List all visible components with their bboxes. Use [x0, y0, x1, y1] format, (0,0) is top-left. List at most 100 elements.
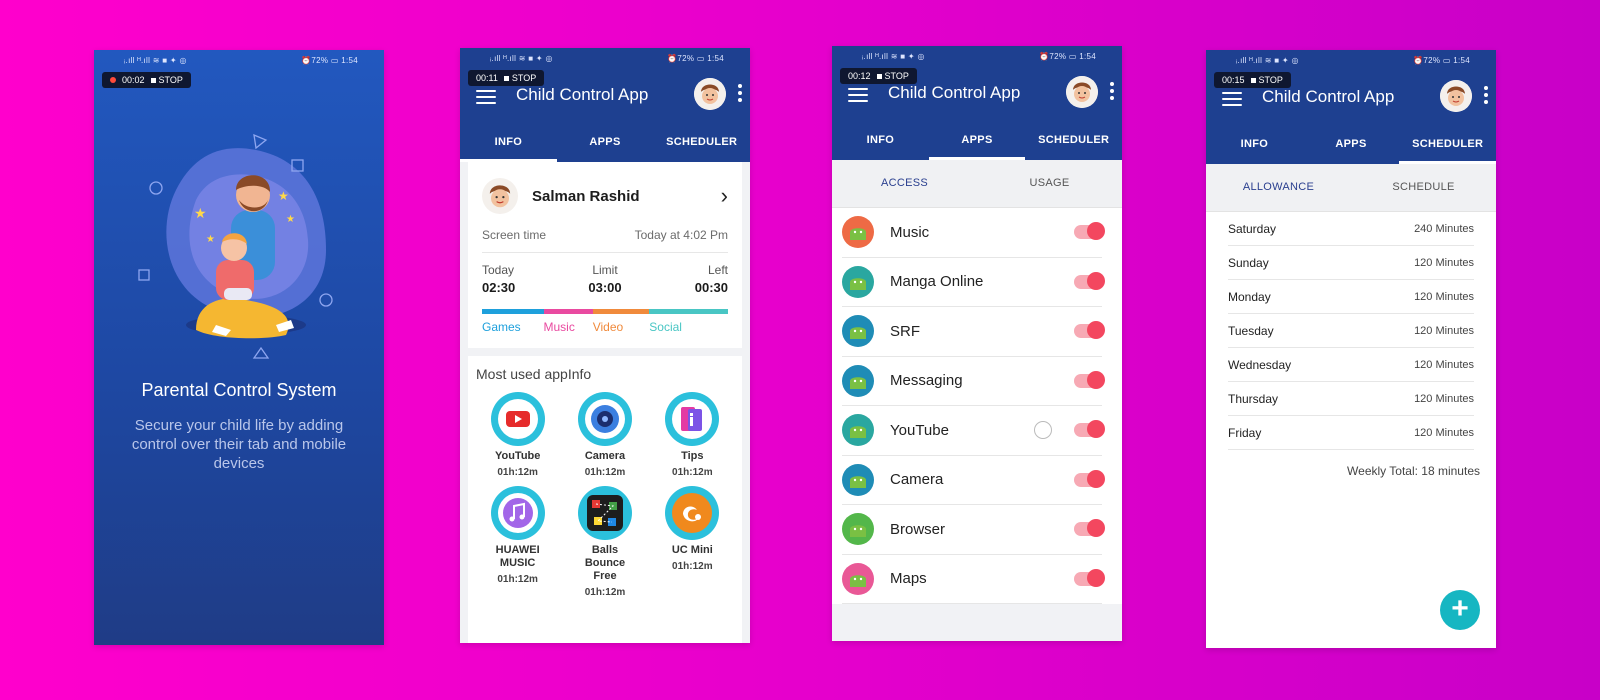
avatar[interactable]	[1440, 80, 1472, 112]
allowance-list: Saturday 240 Minutes Sunday 120 Minutes Mo…	[1206, 212, 1496, 450]
app-name: YouTube	[890, 421, 949, 439]
avatar[interactable]	[694, 78, 726, 110]
usage-segment-games	[482, 309, 544, 314]
table-row[interactable]: Thursday 120 Minutes	[1228, 382, 1474, 416]
list-item[interactable]: YouTube	[842, 406, 1105, 456]
day-allowance: 120 Minutes	[1414, 256, 1474, 269]
app-name: Messaging	[890, 372, 963, 390]
table-row[interactable]: Wednesday 120 Minutes	[1228, 348, 1474, 382]
tab-apps[interactable]: APPS	[557, 124, 654, 162]
legend-social: Social	[649, 320, 682, 334]
recording-stop[interactable]: STOP	[150, 75, 183, 85]
table-row[interactable]: Friday 120 Minutes	[1228, 416, 1474, 450]
usage-segment-video	[592, 309, 650, 314]
app-tile-camera[interactable]: Camera 01h:12m	[561, 392, 648, 478]
screen-time-row: Screen time Today at 4:02 Pm	[482, 220, 728, 253]
profile-row[interactable]: Salman Rashid ›	[482, 172, 728, 220]
recording-badge[interactable]: 00:11 STOP	[468, 70, 545, 86]
recording-stop[interactable]: STOP	[1250, 75, 1283, 85]
tab-scheduler[interactable]: SCHEDULER	[653, 124, 750, 162]
access-toggle[interactable]	[1074, 271, 1105, 290]
subtab-access[interactable]: ACCESS	[832, 160, 977, 207]
list-item[interactable]: Maps	[842, 555, 1105, 604]
youtube-icon	[490, 392, 545, 446]
day-allowance: 240 Minutes	[1414, 222, 1474, 235]
list-item[interactable]: Camera	[842, 456, 1105, 505]
more-options-icon[interactable]	[1110, 82, 1114, 102]
status-battery-time: ⏰72% ▭ 1:54	[1413, 55, 1470, 65]
list-item[interactable]: Messaging	[842, 357, 1105, 406]
subtab-schedule[interactable]: SCHEDULE	[1351, 164, 1496, 211]
tab-info[interactable]: INFO	[1206, 126, 1303, 164]
tab-apps[interactable]: APPS	[928, 122, 1026, 160]
splash-screen: ᵢ.ıll ᴴ.ıll ≋ ■ ✦ ◎ ⏰72% ▭ 1:54 00:02 ST…	[94, 50, 384, 645]
profile-card[interactable]: Salman Rashid › Screen time Today at 4:0…	[468, 162, 742, 253]
app-tile-balls-bounce[interactable]: Balls Bounce Free 01h:12m	[561, 486, 648, 598]
recording-badge[interactable]: 00:12 STOP	[840, 68, 917, 84]
app-name: YouTube	[494, 450, 541, 462]
app-name: Browser	[890, 520, 946, 538]
usage-card: Today 02:30 Limit 03:00 Left 00:30 Games…	[468, 253, 742, 348]
subtab-usage[interactable]: USAGE	[977, 160, 1122, 207]
access-toggle[interactable]	[1074, 568, 1105, 587]
today-value: 02:30	[482, 280, 516, 295]
recording-stop[interactable]: STOP	[876, 71, 909, 81]
svg-text:★: ★	[278, 189, 289, 203]
limit-value: 03:00	[588, 280, 622, 295]
table-row[interactable]: Monday 120 Minutes	[1228, 280, 1474, 314]
menu-icon[interactable]	[476, 90, 496, 104]
list-item[interactable]: Browser	[842, 505, 1105, 555]
table-row[interactable]: Saturday 240 Minutes	[1228, 212, 1474, 246]
access-toggle[interactable]	[1074, 469, 1105, 488]
add-button[interactable]: +	[1440, 590, 1480, 630]
access-toggle[interactable]	[1074, 321, 1105, 340]
table-row[interactable]: Tuesday 120 Minutes	[1228, 314, 1474, 348]
uc-mini-icon	[665, 486, 720, 540]
avatar[interactable]	[1066, 76, 1098, 108]
app-tile-tips[interactable]: Tips 01h:12m	[649, 392, 736, 478]
category-usage-bar	[482, 309, 728, 314]
recording-time: 00:15	[1222, 75, 1245, 85]
day-label: Tuesday	[1228, 323, 1274, 338]
app-name: Camera	[584, 450, 626, 462]
tab-apps[interactable]: APPS	[1303, 126, 1400, 164]
main-tabs: INFO APPS SCHEDULER	[1206, 126, 1496, 164]
recording-badge[interactable]: 00:15 STOP	[1214, 72, 1291, 88]
left-stat: Left 00:30	[694, 263, 728, 295]
tab-info[interactable]: INFO	[460, 124, 557, 162]
list-item[interactable]: Music	[842, 208, 1105, 258]
table-row[interactable]: Sunday 120 Minutes	[1228, 246, 1474, 280]
recording-badge[interactable]: 00:02 STOP	[102, 72, 191, 88]
menu-icon[interactable]	[1222, 92, 1242, 106]
android-icon	[842, 216, 874, 249]
app-tile-youtube[interactable]: YouTube 01h:12m	[474, 392, 561, 478]
app-tile-huawei-music[interactable]: HUAWEI MUSIC 01h:12m	[474, 486, 561, 598]
android-icon	[842, 414, 874, 447]
subtab-allowance[interactable]: ALLOWANCE	[1206, 164, 1351, 211]
more-options-icon[interactable]	[1484, 86, 1488, 106]
chevron-right-icon[interactable]: ›	[721, 183, 728, 209]
access-toggle[interactable]	[1074, 370, 1105, 389]
camera-icon	[577, 392, 632, 446]
status-bar: ᵢ.ıll ᴴ.ıll ≋ ■ ✦ ◎ ⏰72% ▭ 1:54	[832, 46, 1122, 66]
tab-info[interactable]: INFO	[832, 122, 929, 160]
more-options-icon[interactable]	[738, 84, 742, 104]
status-battery-time: ⏰72% ▭ 1:54	[1039, 51, 1096, 61]
list-item[interactable]: SRF	[842, 307, 1105, 357]
list-item[interactable]: Manga Online	[842, 258, 1105, 307]
usage-segment-music	[543, 309, 593, 314]
day-label: Wednesday	[1228, 357, 1292, 372]
tab-scheduler[interactable]: SCHEDULER	[1025, 122, 1122, 160]
stop-icon	[1250, 78, 1256, 83]
recording-stop[interactable]: STOP	[503, 73, 536, 83]
access-toggle[interactable]	[1074, 519, 1105, 538]
menu-icon[interactable]	[848, 88, 868, 102]
app-title: Child Control App	[516, 85, 649, 104]
android-icon	[842, 562, 874, 595]
access-toggle[interactable]	[1074, 222, 1105, 241]
main-tabs: INFO APPS SCHEDULER	[832, 122, 1122, 160]
tab-scheduler[interactable]: SCHEDULER	[1399, 126, 1496, 164]
app-tile-uc-mini[interactable]: UC Mini 01h:12m	[649, 486, 736, 598]
access-toggle[interactable]	[1074, 420, 1105, 439]
recording-time: 00:12	[848, 71, 871, 81]
